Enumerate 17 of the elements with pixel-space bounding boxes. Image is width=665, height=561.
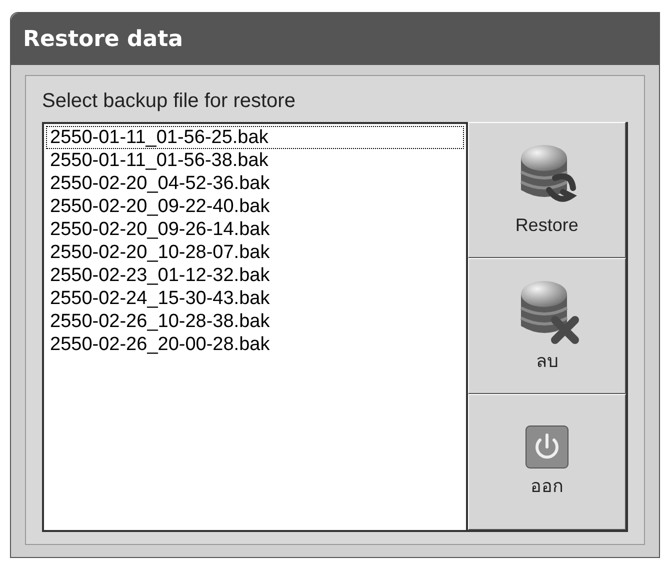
- power-icon: [524, 424, 569, 468]
- file-list[interactable]: [42, 122, 468, 532]
- group-label: Select backup file for restore: [42, 89, 296, 114]
- file-item[interactable]: 2550-01-11_01-56-38.bak: [46, 149, 464, 172]
- exit-button[interactable]: ออก: [468, 394, 626, 530]
- file-item[interactable]: 2550-02-20_09-26-14.bak: [46, 218, 464, 241]
- file-item[interactable]: 2550-02-24_15-30-43.bak: [46, 287, 464, 310]
- file-item[interactable]: 2550-02-20_04-52-36.bak: [46, 172, 464, 195]
- file-item[interactable]: 2550-02-26_20-00-28.bak: [46, 333, 464, 356]
- file-item[interactable]: 2550-01-11_01-56-25.bak: [46, 126, 464, 149]
- file-item[interactable]: 2550-02-20_09-22-40.bak: [46, 195, 464, 218]
- file-item[interactable]: 2550-02-26_10-28-38.bak: [46, 310, 464, 333]
- file-item[interactable]: 2550-02-23_01-12-32.bak: [46, 264, 464, 287]
- file-item[interactable]: 2550-02-20_10-28-07.bak: [46, 241, 464, 264]
- restore-button[interactable]: Restore: [468, 122, 626, 258]
- window-title: Restore data: [23, 26, 183, 54]
- delete-button[interactable]: ลบ: [468, 258, 626, 394]
